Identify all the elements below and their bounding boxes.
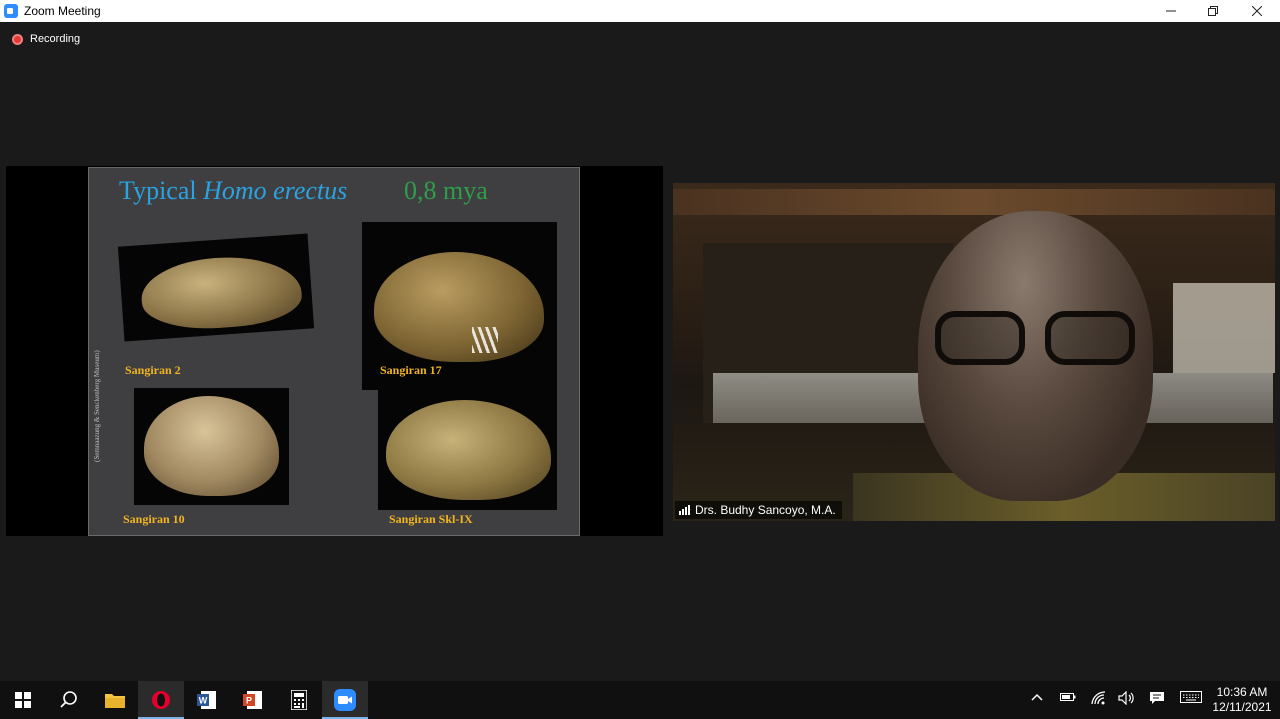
window-titlebar: Zoom Meeting	[0, 0, 1280, 22]
minimize-button[interactable]	[1148, 0, 1194, 22]
svg-text:W: W	[199, 696, 208, 706]
close-button[interactable]	[1234, 0, 1280, 22]
slide-title: Typical Homo erectus	[119, 176, 347, 206]
restore-button[interactable]	[1190, 0, 1236, 22]
caption-sangiran-17: Sangiran 17	[380, 363, 442, 377]
recording-indicator[interactable]: Recording	[12, 33, 80, 45]
volume-icon[interactable]	[1116, 690, 1138, 708]
zoom-app-icon	[4, 4, 18, 18]
participant-video[interactable]: Drs. Budhy Sancoyo, M.A.	[673, 183, 1275, 521]
wifi-icon[interactable]	[1088, 691, 1110, 708]
recording-label: Recording	[30, 33, 81, 45]
taskbar-powerpoint[interactable]: P	[230, 681, 276, 719]
recording-dot-icon	[12, 33, 23, 45]
restore-icon	[1208, 6, 1218, 16]
skull-photo-sangiran-10	[134, 388, 289, 505]
minimize-icon	[1166, 10, 1176, 12]
show-hidden-icons-chevron-up-icon[interactable]	[1026, 691, 1048, 706]
search-button[interactable]	[46, 681, 92, 719]
taskbar-calculator[interactable]	[276, 681, 322, 719]
skull-photo-sangiran-2	[117, 233, 315, 342]
slide-date-label: 0,8 mya	[404, 176, 488, 205]
participant-name: Drs. Budhy Sancoyo, M.A.	[695, 503, 836, 517]
svg-text:P: P	[246, 696, 252, 706]
caption-sangiran-skl-ix: Sangiran Skl-IX	[389, 512, 473, 526]
calculator-icon	[291, 690, 307, 710]
presentation-slide: Typical Homo erectus 0,8 mya (Semnaazung…	[88, 167, 580, 536]
folder-icon	[105, 694, 125, 708]
battery-icon[interactable]	[1057, 691, 1079, 706]
caption-sangiran-2: Sangiran 2	[125, 363, 181, 377]
zoom-icon	[334, 689, 356, 711]
taskbar-opera[interactable]	[138, 681, 184, 719]
slide-credit: (Semnaazung & Senckenberg Museum)	[93, 350, 101, 462]
windows-icon	[15, 692, 31, 708]
word-icon: W	[197, 691, 216, 709]
taskbar-word[interactable]: W	[184, 681, 230, 719]
taskbar-zoom[interactable]	[322, 681, 368, 719]
skull-photo-sangiran-skl-ix	[378, 390, 557, 510]
start-button[interactable]	[0, 681, 46, 719]
window-title: Zoom Meeting	[24, 4, 101, 18]
clock-date: 12/11/2021	[1212, 700, 1272, 714]
notification-message-icon[interactable]	[1146, 691, 1168, 708]
slide-title-prefix: Typical	[119, 176, 204, 205]
clock-time: 10:36 AM	[1216, 685, 1268, 699]
taskbar: W P 10:36 AM 12/11/2021	[0, 681, 1280, 719]
slide-title-species: Homo erectus	[203, 176, 348, 205]
powerpoint-icon: P	[243, 691, 262, 709]
taskbar-file-explorer[interactable]	[92, 681, 138, 719]
participant-nameplate: Drs. Budhy Sancoyo, M.A.	[675, 501, 842, 519]
opera-icon	[152, 691, 170, 709]
caption-sangiran-10: Sangiran 10	[123, 512, 185, 526]
keyboard-icon[interactable]	[1178, 691, 1204, 706]
search-icon	[60, 691, 77, 708]
close-icon	[1252, 6, 1262, 16]
signal-strength-icon	[679, 505, 690, 515]
taskbar-clock[interactable]: 10:36 AM 12/11/2021	[1208, 685, 1276, 715]
